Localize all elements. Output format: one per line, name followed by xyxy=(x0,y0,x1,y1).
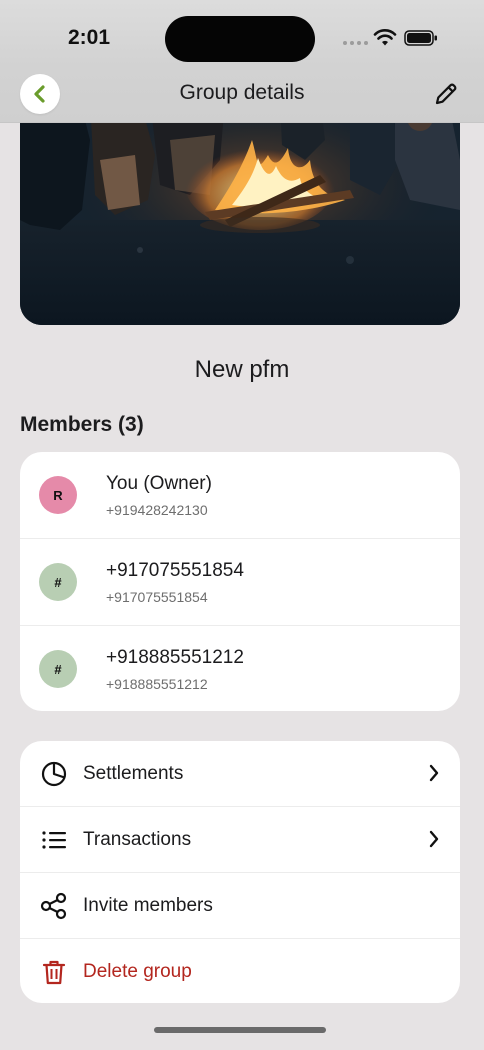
avatar: # xyxy=(39,650,77,688)
edit-pencil-icon[interactable] xyxy=(432,80,460,108)
settlements-label: Settlements xyxy=(83,763,184,784)
status-time: 2:01 xyxy=(68,26,111,49)
chevron-right-icon xyxy=(429,830,439,848)
trash-icon xyxy=(42,960,66,985)
group-actions-list: Settlements Transactions Invite members xyxy=(20,741,460,1003)
page-title: Group details xyxy=(179,81,305,104)
invite-members-item[interactable]: Invite members xyxy=(20,873,460,939)
member-phone: +919428242130 xyxy=(106,502,208,518)
invite-members-label: Invite members xyxy=(83,895,213,916)
avatar: # xyxy=(39,563,77,601)
dynamic-island xyxy=(165,16,315,62)
member-name: You (Owner) xyxy=(106,473,212,494)
member-phone: +917075551854 xyxy=(106,589,208,605)
avatar: R xyxy=(39,476,77,514)
share-icon xyxy=(40,892,67,920)
signal-icon xyxy=(343,41,368,45)
member-phone: +918885551212 xyxy=(106,676,208,692)
member-row[interactable]: # +917075551854 +917075551854 xyxy=(20,539,460,626)
member-row-owner[interactable]: R You (Owner) +919428242130 xyxy=(20,452,460,539)
members-section-title: Members (3) xyxy=(20,413,144,436)
top-bar: 2:01 Group details xyxy=(0,0,484,123)
delete-group-item[interactable]: Delete group xyxy=(20,939,460,1003)
group-name: New pfm xyxy=(194,356,290,383)
delete-group-label: Delete group xyxy=(83,961,192,982)
chevron-right-icon xyxy=(429,764,439,782)
member-name: +918885551212 xyxy=(106,647,244,668)
group-cover-image xyxy=(20,100,460,325)
battery-icon xyxy=(404,30,437,46)
transactions-label: Transactions xyxy=(83,829,192,850)
settlements-item[interactable]: Settlements xyxy=(20,741,460,807)
transactions-item[interactable]: Transactions xyxy=(20,807,460,873)
list-icon xyxy=(42,831,66,849)
members-list: R You (Owner) +919428242130 # +917075551… xyxy=(20,452,460,711)
pie-chart-icon xyxy=(41,761,67,787)
member-row[interactable]: # +918885551212 +918885551212 xyxy=(20,626,460,711)
home-indicator xyxy=(154,1027,326,1033)
wifi-icon xyxy=(373,29,397,46)
member-name: +917075551854 xyxy=(106,560,244,581)
